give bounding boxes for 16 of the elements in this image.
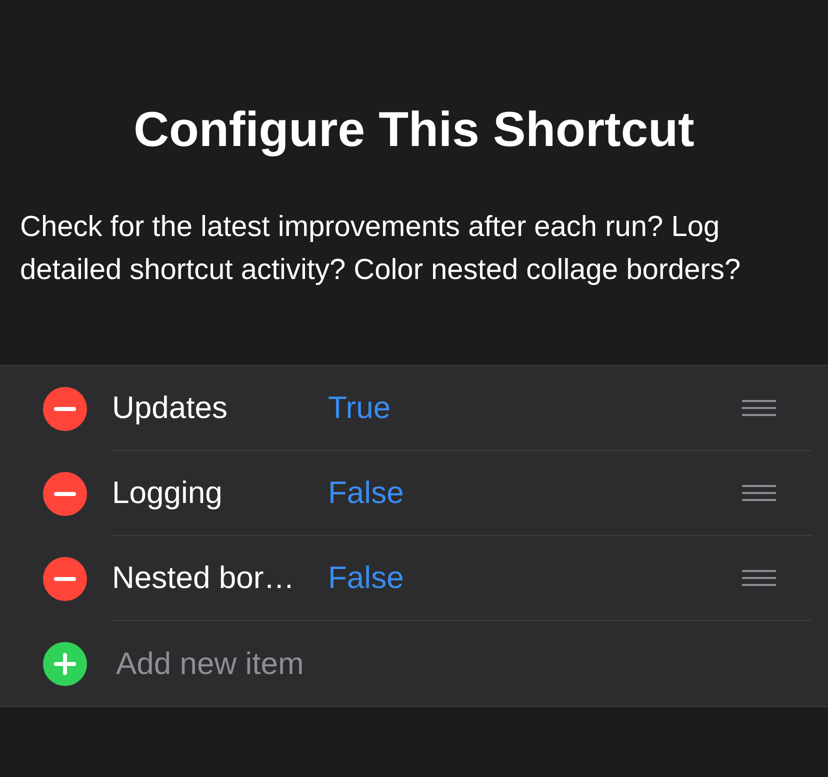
remove-icon[interactable]	[43, 386, 87, 430]
item-label: Logging	[112, 475, 224, 511]
drag-handle-icon[interactable]	[742, 485, 776, 501]
add-icon[interactable]	[43, 642, 87, 686]
remove-icon[interactable]	[43, 472, 87, 516]
item-label: Nested bor…	[112, 560, 296, 596]
add-item-button[interactable]: Add new item	[116, 646, 304, 682]
description: Check for the latest improvements after each run? Log detailed shortcut activity? Color nested collage borders?	[20, 210, 742, 288]
item-value[interactable]: False	[328, 560, 742, 596]
item-label: Updates	[112, 390, 228, 426]
item-value[interactable]: True	[328, 390, 742, 426]
remove-icon[interactable]	[43, 556, 87, 600]
dialog-title: Configure This Shortcut	[132, 102, 696, 159]
drag-handle-icon[interactable]	[742, 400, 776, 416]
drag-handle-icon[interactable]	[742, 570, 776, 586]
item-value[interactable]: False	[328, 475, 742, 511]
